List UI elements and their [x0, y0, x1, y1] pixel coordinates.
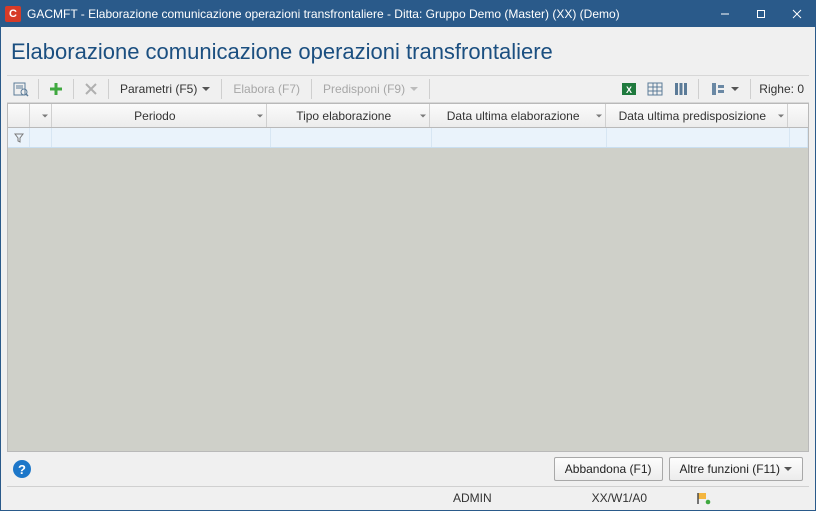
maximize-button[interactable]	[743, 1, 779, 27]
altre-funzioni-button[interactable]: Altre funzioni (F11)	[669, 457, 803, 481]
grid-view-button[interactable]	[643, 78, 667, 100]
filter-caret-icon	[778, 114, 784, 117]
selector-header[interactable]	[30, 104, 52, 127]
toolbar-separator	[73, 79, 74, 99]
filter-row-handle[interactable]	[8, 128, 30, 147]
toolbar-separator	[311, 79, 312, 99]
status-env: XX/W1/A0	[592, 491, 647, 505]
delete-icon	[83, 81, 99, 97]
toolbar-separator	[429, 79, 430, 99]
toolbar-separator	[698, 79, 699, 99]
settings-icon	[710, 81, 726, 97]
filter-caret-icon	[596, 114, 602, 117]
chevron-down-icon	[202, 87, 210, 91]
rows-count: 0	[797, 82, 804, 96]
close-button[interactable]	[779, 1, 815, 27]
elabora-label: Elabora (F7)	[233, 82, 300, 96]
grid-body[interactable]	[8, 148, 808, 451]
chevron-down-icon	[731, 87, 739, 91]
bottom-bar: ? Abbandona (F1) Altre funzioni (F11)	[7, 452, 809, 486]
window-controls	[707, 1, 815, 27]
filter-cell-tipo[interactable]	[271, 128, 432, 147]
filter-caret-icon	[42, 114, 48, 117]
svg-text:X: X	[626, 85, 632, 95]
filter-caret-icon	[420, 114, 426, 117]
filter-cell-periodo[interactable]	[52, 128, 271, 147]
status-flag-icon	[697, 491, 711, 505]
predisponi-dropdown[interactable]: Predisponi (F9)	[317, 78, 424, 100]
filter-caret-icon	[257, 114, 263, 117]
toolbar: Parametri (F5) Elabora (F7) Predisponi (…	[7, 75, 809, 103]
toolbar-separator	[108, 79, 109, 99]
chevron-down-icon	[784, 467, 792, 471]
add-button[interactable]	[44, 78, 68, 100]
status-user: ADMIN	[453, 491, 492, 505]
toolbar-separator	[221, 79, 222, 99]
filter-cell[interactable]	[30, 128, 52, 147]
parametri-dropdown[interactable]: Parametri (F5)	[114, 78, 216, 100]
columns-button[interactable]	[669, 78, 693, 100]
app-window: C GACMFT - Elaborazione comunicazione op…	[0, 0, 816, 511]
preview-icon	[13, 81, 29, 97]
page-title: Elaborazione comunicazione operazioni tr…	[7, 33, 809, 75]
elabora-dropdown[interactable]: Elabora (F7)	[227, 78, 306, 100]
settings-dropdown[interactable]	[704, 78, 745, 100]
funnel-icon	[14, 133, 24, 143]
column-header-periodo[interactable]: Periodo	[52, 104, 267, 127]
excel-export-button[interactable]: X	[617, 78, 641, 100]
chevron-down-icon	[410, 87, 418, 91]
help-button[interactable]: ?	[13, 460, 31, 478]
minimize-button[interactable]	[707, 1, 743, 27]
abbandona-button[interactable]: Abbandona (F1)	[554, 457, 663, 481]
data-grid[interactable]: Periodo Tipo elaborazione Data ultima el…	[7, 103, 809, 452]
grid-header: Periodo Tipo elaborazione Data ultima el…	[8, 104, 808, 128]
preview-button[interactable]	[9, 78, 33, 100]
excel-icon: X	[621, 81, 637, 97]
column-header-ultima-elab[interactable]: Data ultima elaborazione	[430, 104, 606, 127]
window-title: GACMFT - Elaborazione comunicazione oper…	[27, 7, 707, 21]
filter-cell-ultima-pred[interactable]	[607, 128, 790, 147]
status-bar: ADMIN XX/W1/A0	[7, 486, 809, 508]
delete-button[interactable]	[79, 78, 103, 100]
app-icon: C	[5, 6, 21, 22]
grid-filter-row[interactable]	[8, 128, 808, 148]
status-icon	[697, 491, 711, 505]
toolbar-separator	[38, 79, 39, 99]
column-header-ultima-pred[interactable]: Data ultima predisposizione	[606, 104, 788, 127]
toolbar-separator	[750, 79, 751, 99]
column-header-tipo[interactable]: Tipo elaborazione	[267, 104, 430, 127]
column-header-end	[788, 104, 808, 127]
columns-icon	[673, 81, 689, 97]
rows-label: Righe: 0	[756, 82, 807, 96]
filter-cell-end	[790, 128, 808, 147]
client-area: Elaborazione comunicazione operazioni tr…	[1, 27, 815, 510]
grid-icon	[647, 81, 663, 97]
plus-icon	[48, 81, 64, 97]
title-bar: C GACMFT - Elaborazione comunicazione op…	[1, 1, 815, 27]
predisponi-label: Predisponi (F9)	[323, 82, 405, 96]
parametri-label: Parametri (F5)	[120, 82, 197, 96]
filter-cell-ultima-elab[interactable]	[432, 128, 607, 147]
row-handle-header[interactable]	[8, 104, 30, 127]
